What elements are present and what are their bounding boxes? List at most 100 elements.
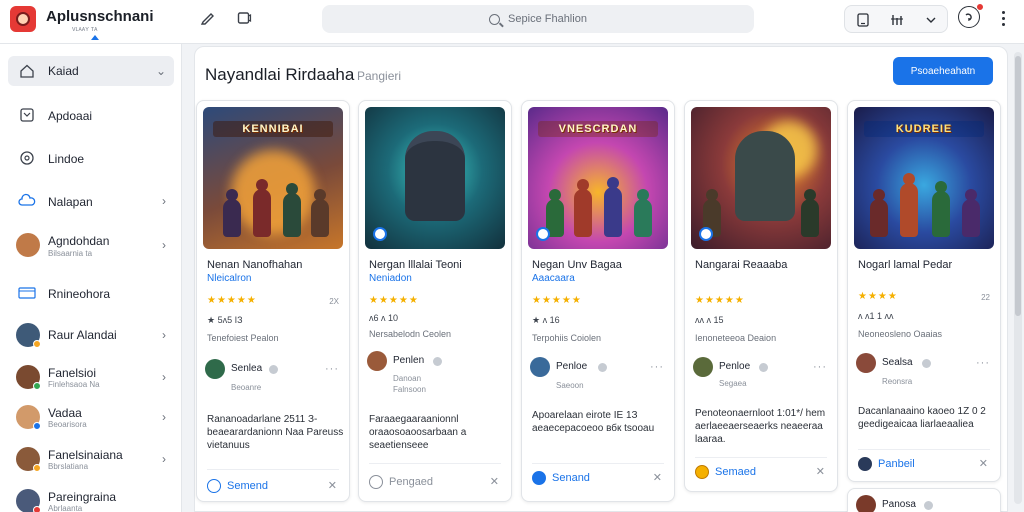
close-icon[interactable]: ✕: [653, 471, 662, 484]
game-category: Nleicalron: [207, 273, 252, 284]
notification-button[interactable]: [958, 3, 984, 28]
search-bar[interactable]: Sepice Fhahlion: [322, 5, 754, 33]
more-options-icon[interactable]: ···: [650, 361, 664, 373]
avatar: [16, 447, 41, 472]
game-description: Apoarelaan eirote IE 1З аеаесерасоеоо вб…: [532, 410, 655, 434]
action-label: Semend: [227, 480, 268, 492]
card-action-button[interactable]: Semaed: [695, 465, 756, 479]
sidebar-item-0[interactable]: Kaiad ⌄: [8, 56, 174, 86]
sidebar-item-7[interactable]: Fanelsioi Finlehsaoa Na ›: [8, 362, 174, 392]
game-cover-image[interactable]: KENNIBAI: [203, 107, 343, 249]
game-title[interactable]: Negan Unv Bagaa: [532, 259, 668, 271]
top-bar: Aplusnschnani ᴠʟᴀᴀʏ ᴛᴀ Sepice Fhahlion: [0, 0, 1024, 44]
developer-avatar[interactable]: [367, 351, 387, 371]
game-card[interactable]: KUDREIE Nogarl lamal Pedar ★★★★ 22 ᴧ ᴧ1 …: [847, 100, 1001, 482]
developer-name[interactable]: Penloe: [556, 361, 587, 372]
game-meta: ᴧ6 ᴧ 10: [369, 313, 399, 323]
close-icon[interactable]: ✕: [490, 475, 499, 488]
sidebar-item-3[interactable]: Nalapan ›: [8, 186, 174, 216]
sidebar-item-label: Vadaa: [48, 406, 82, 420]
scrollbar-thumb[interactable]: [1015, 56, 1021, 316]
window-icon[interactable]: [234, 8, 254, 28]
circle-icon: [18, 149, 36, 167]
sidebar-item-label: Lindoe: [48, 152, 85, 166]
card-action-button[interactable]: Semend: [207, 479, 268, 493]
divider: [369, 463, 501, 464]
game-meta: ᴧ ᴧ1 1 ᴧᴧ: [858, 311, 894, 321]
divider: [695, 457, 827, 458]
hero-figure: [405, 131, 465, 221]
developer-name[interactable]: Penlen: [393, 355, 424, 366]
game-cover-image[interactable]: [691, 107, 831, 249]
sidebar-item-2[interactable]: Lindoe: [8, 143, 174, 173]
card-action-button[interactable]: Panbeil: [858, 457, 915, 471]
developer-avatar[interactable]: [205, 359, 225, 379]
card-action-button[interactable]: Pengaed: [369, 475, 433, 489]
close-icon[interactable]: ✕: [979, 457, 988, 470]
close-icon[interactable]: ✕: [328, 479, 337, 492]
scrollbar[interactable]: [1014, 52, 1022, 504]
developer-avatar[interactable]: [530, 357, 550, 377]
divider: [858, 449, 990, 450]
chevron-right-icon: ›: [162, 410, 166, 424]
developer-name[interactable]: Sealsa: [882, 357, 913, 368]
developer-sub: Beoanre: [231, 383, 262, 392]
game-cover-image[interactable]: [365, 107, 505, 249]
game-card[interactable]: Nangarai Reaaaba ★★★★★ ᴧᴧ ᴧ 15 Ienonetee…: [684, 100, 838, 492]
sidebar-item-label: Rnineohora: [48, 287, 111, 301]
more-options-icon[interactable]: ···: [325, 363, 339, 375]
primary-action-button[interactable]: Psoaeheahatn: [893, 57, 993, 85]
game-cover-image[interactable]: VNESCRDAN: [528, 107, 668, 249]
chevron-right-icon: ›: [162, 328, 166, 342]
pen-icon[interactable]: [198, 8, 218, 28]
sidebar-item-1[interactable]: Apdoaai: [8, 100, 174, 130]
chevron-right-icon: ›: [162, 452, 166, 466]
game-cover-image[interactable]: KUDREIE: [854, 107, 994, 249]
more-options-icon[interactable]: ···: [813, 361, 827, 373]
developer-name[interactable]: Senlea: [231, 363, 262, 374]
logo-face-icon: [16, 12, 30, 26]
chevron-right-icon: ›: [162, 238, 166, 252]
action-label: Semaed: [715, 466, 756, 478]
app-logo[interactable]: [10, 6, 36, 32]
sidebar-item-9[interactable]: Fanelsinaiana Bbrslatiana ›: [8, 444, 174, 474]
avatar: [16, 323, 41, 348]
developer-name[interactable]: Panosa: [882, 499, 916, 510]
game-card[interactable]: VNESCRDAN Negan Unv Bagaa Aaacaara ★★★★★…: [521, 100, 675, 502]
chart-icon[interactable]: [887, 10, 907, 30]
game-card[interactable]: KENNIBAI Nenan Nanofhahan Nleicalron ★★★…: [196, 100, 350, 502]
sidebar-item-5[interactable]: Rnineohora: [8, 278, 174, 308]
game-category: Neniadon: [369, 273, 412, 284]
sidebar-item-sub: Abrlaanta: [48, 504, 83, 512]
tablet-icon[interactable]: [853, 10, 873, 30]
platform-badge-icon: [699, 227, 713, 241]
action-label: Pengaed: [389, 476, 434, 488]
divider: [207, 469, 339, 470]
action-icon: [858, 457, 872, 471]
developer-name[interactable]: Penloe: [719, 361, 750, 372]
sidebar-item-4[interactable]: Agndohdan Bilsaarnia ta ›: [8, 230, 174, 260]
sidebar-item-6[interactable]: Raur Alandai ›: [8, 320, 174, 350]
more-menu-icon[interactable]: [998, 8, 1008, 28]
sidebar-item-label: Fanelsinaiana: [48, 448, 123, 462]
card-action-button[interactable]: Senand: [532, 471, 590, 485]
game-meta-secondary: Tenefoiest Pealon: [207, 333, 279, 343]
game-title[interactable]: Nangarai Reaaaba: [695, 259, 831, 271]
game-title[interactable]: Nenan Nanofhahan: [207, 259, 343, 271]
rating-count: 22: [981, 293, 990, 302]
chevron-down-icon[interactable]: [921, 10, 941, 30]
game-card[interactable]: Nergan lllalai Teoni Neniadon ★★★★★ ᴧ6 ᴧ…: [358, 100, 512, 502]
close-icon[interactable]: ✕: [816, 465, 825, 478]
developer-avatar[interactable]: [856, 353, 876, 373]
more-options-icon[interactable]: ···: [976, 357, 990, 369]
sidebar-item-10[interactable]: Pareingraina Abrlaanta: [8, 486, 174, 512]
game-title[interactable]: Nogarl lamal Pedar: [858, 259, 994, 271]
game-card[interactable]: Panosa: [847, 488, 1001, 512]
hero-figure: [735, 131, 795, 221]
rating-stars: ★★★★★: [207, 295, 257, 306]
action-icon: [532, 471, 546, 485]
sidebar-item-8[interactable]: Vadaa Beoarisora ›: [8, 402, 174, 432]
developer-avatar[interactable]: [693, 357, 713, 377]
developer-avatar[interactable]: [856, 495, 876, 512]
game-title[interactable]: Nergan lllalai Teoni: [369, 259, 505, 271]
